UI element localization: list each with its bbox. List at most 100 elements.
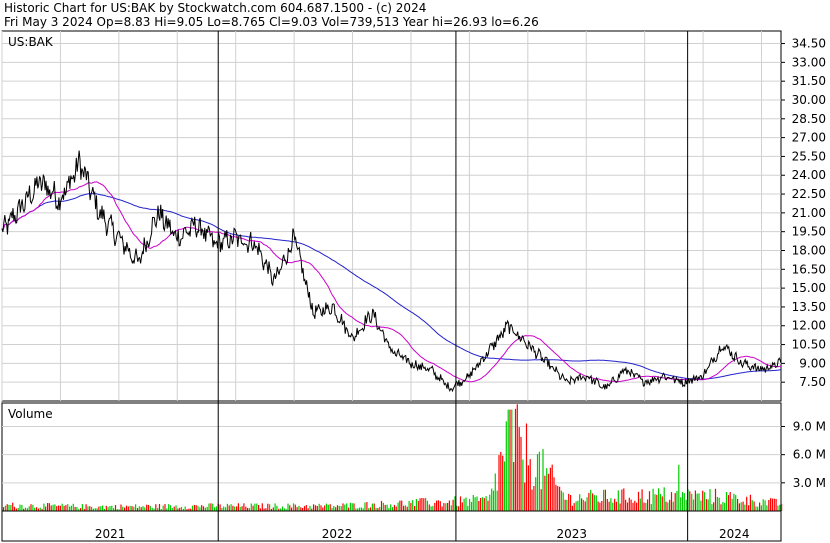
- volume-bar: [138, 506, 140, 511]
- volume-bar: [770, 498, 772, 511]
- volume-bar: [650, 504, 652, 511]
- volume-bar: [764, 500, 766, 511]
- volume-bar: [58, 505, 60, 511]
- volume-bar: [162, 505, 164, 511]
- price-tick-label: 24.00: [792, 168, 826, 182]
- volume-bar: [364, 502, 366, 511]
- volume-bar: [318, 503, 320, 511]
- volume-bar: [489, 494, 491, 511]
- price-tick-label: 15.00: [792, 281, 826, 295]
- volume-bar: [439, 501, 441, 511]
- volume-bar: [353, 503, 355, 511]
- volume-bar: [476, 496, 478, 511]
- volume-bar: [779, 504, 781, 511]
- volume-bar: [100, 506, 102, 511]
- volume-tick-label: 9.0 M: [793, 419, 826, 433]
- volume-axis: 9.0 M 6.0 M 3.0 M: [781, 419, 826, 490]
- volume-bar: [718, 497, 720, 511]
- volume-bar: [744, 504, 746, 511]
- volume-bar: [147, 504, 150, 511]
- volume-bar: [373, 503, 375, 511]
- volume-bar: [575, 501, 577, 511]
- volume-bar: [206, 506, 208, 511]
- volume-bar: [702, 490, 704, 511]
- volume-bar: [230, 504, 232, 511]
- volume-bar: [434, 502, 436, 511]
- volume-bar: [621, 489, 623, 511]
- volume-bar: [551, 464, 553, 511]
- volume-tick-label: 6.0 M: [793, 448, 826, 462]
- volume-bar: [579, 494, 581, 511]
- volume-bar: [503, 461, 506, 511]
- price-tick-label: 13.50: [792, 300, 826, 314]
- volume-bar: [443, 503, 445, 511]
- volume-bar: [617, 490, 619, 511]
- volume-bar: [336, 505, 339, 511]
- volume-bar: [614, 498, 616, 511]
- volume-bar: [749, 494, 751, 511]
- volume-bar: [59, 505, 61, 511]
- volume-bar: [766, 505, 768, 511]
- volume-bar: [432, 505, 434, 511]
- volume-bar: [450, 505, 452, 511]
- volume-bar: [76, 507, 78, 511]
- volume-bar: [707, 499, 709, 511]
- volume-bar: [654, 494, 656, 511]
- volume-bar: [296, 507, 298, 511]
- volume-bar: [705, 499, 707, 511]
- volume-bar: [448, 500, 450, 511]
- volume-bar: [570, 495, 572, 511]
- volume-bar: [713, 502, 715, 511]
- volume-bar: [619, 503, 621, 511]
- volume-bar: [191, 505, 194, 511]
- volume-bar: [777, 505, 779, 511]
- volume-bar: [397, 502, 399, 511]
- volume-bar: [303, 506, 306, 511]
- volume-bar: [661, 496, 663, 511]
- volume-bar: [258, 505, 260, 511]
- date-label: 2021: [95, 527, 126, 541]
- volume-bar: [505, 421, 507, 511]
- volume-bar: [544, 475, 546, 511]
- stock-chart: 34.50 33.00 31.50 30.00 28.50 27.00 25.50 24.00…: [1, 30, 826, 542]
- volume-bar: [491, 488, 493, 511]
- volume-bar: [465, 497, 467, 511]
- volume-bar: [419, 498, 421, 511]
- volume-bar: [87, 506, 89, 511]
- volume-bar: [226, 503, 228, 511]
- volume-bar: [13, 506, 16, 511]
- volume-bar: [498, 455, 500, 511]
- volume-bar: [520, 436, 522, 511]
- volume-bar: [692, 499, 695, 511]
- volume-bar: [667, 502, 669, 511]
- volume-bar: [516, 404, 518, 511]
- volume-bar: [781, 503, 783, 511]
- volume-bar: [70, 505, 72, 511]
- volume-bar: [615, 501, 617, 511]
- volume-bar: [681, 492, 684, 511]
- volume-bar: [454, 496, 456, 511]
- volume-bar: [608, 501, 610, 511]
- volume-bar: [610, 498, 612, 511]
- volume-bar: [300, 507, 302, 511]
- volume-bar: [201, 505, 203, 511]
- volume-bar: [643, 502, 645, 511]
- price-tick-label: 19.50: [792, 225, 826, 239]
- volume-bar: [241, 506, 243, 511]
- volume-bar: [586, 497, 588, 511]
- volume-bar: [289, 505, 291, 511]
- volume-bar: [562, 492, 564, 511]
- volume-bar: [527, 465, 529, 511]
- volume-bar: [107, 507, 109, 511]
- price-axis: 34.50 33.00 31.50 30.00 28.50 27.00 25.50 24.00…: [781, 37, 826, 389]
- volume-bar: [518, 427, 520, 511]
- volume-bar: [683, 493, 685, 511]
- volume-bar: [406, 506, 408, 511]
- volume-bar: [173, 506, 175, 511]
- volume-bar: [630, 499, 632, 511]
- volume-bar: [678, 464, 680, 511]
- volume-bar: [19, 504, 21, 511]
- volume-bar: [122, 506, 124, 511]
- volume-bar: [658, 488, 660, 511]
- volume-bar: [425, 498, 427, 511]
